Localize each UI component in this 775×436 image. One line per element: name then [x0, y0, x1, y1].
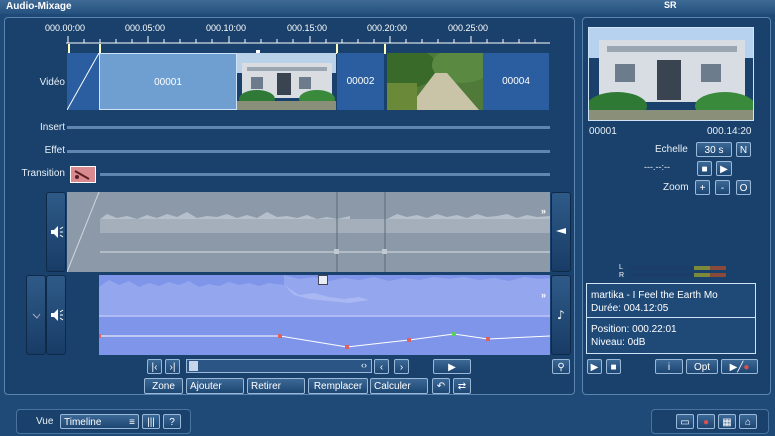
clip-label: 00001	[154, 77, 182, 88]
original-audio-track[interactable]	[66, 191, 550, 273]
insert-track-label: Insert	[39, 122, 65, 133]
menu-handle-icon[interactable]	[318, 275, 328, 285]
scroll-more-icon[interactable]: »	[541, 206, 546, 216]
zoom-reset-button[interactable]: O	[736, 180, 751, 195]
title-bar	[0, 0, 775, 14]
vue-select-value: Timeline	[64, 417, 102, 428]
clip-00001[interactable]: 00001	[99, 53, 237, 110]
go-end-button[interactable]: ›|	[165, 359, 180, 374]
preview-monitor	[588, 27, 754, 121]
info-button[interactable]: i	[655, 359, 683, 374]
preview-time: 000.14:20	[707, 126, 752, 137]
ruler-tick: 000.00:00	[45, 23, 86, 33]
ruler-tick: 000.05:00	[125, 23, 166, 33]
video-track-label: Vidéo	[39, 77, 65, 88]
scroll-more-icon[interactable]: »	[541, 290, 546, 300]
window-title: Audio-Mixage	[6, 1, 72, 12]
redo-button[interactable]: ⇄	[453, 378, 471, 394]
remplacer-button[interactable]: Remplacer	[308, 378, 368, 394]
timeline-ruler[interactable]	[66, 34, 550, 48]
preview-stop-button[interactable]: ■	[606, 359, 621, 374]
ruler-tick: 000.20:00	[367, 23, 408, 33]
playhead-marker[interactable]	[384, 44, 386, 54]
music-note-button[interactable]: ♪	[551, 275, 571, 355]
transition-track-label: Transition	[21, 168, 65, 179]
zoom-out-button[interactable]: -	[715, 180, 730, 195]
original-audio-volume-button[interactable]	[551, 192, 571, 272]
clip-label: 00004	[502, 76, 530, 87]
stop-button[interactable]: ■	[697, 161, 712, 176]
ruler-tick: 000.15:00	[287, 23, 328, 33]
play-button[interactable]: ▶	[433, 359, 471, 374]
vue-label: Vue	[36, 416, 54, 427]
meter-right-label: R	[619, 272, 625, 279]
meter-left-label: L	[619, 264, 623, 271]
columns-button[interactable]: |||	[142, 414, 160, 429]
music-track-side-button[interactable]	[26, 275, 46, 355]
brand-logo: SR	[664, 0, 677, 10]
record-button[interactable]: ▶╱●	[721, 359, 758, 374]
original-audio-speaker-button[interactable]	[46, 192, 66, 272]
scale-select[interactable]: 30 s	[696, 142, 732, 157]
go-start-button[interactable]: |‹	[147, 359, 162, 374]
insert-track[interactable]	[67, 126, 550, 129]
music-audio-track[interactable]	[97, 275, 551, 355]
info-level: Niveau: 0dB	[591, 337, 646, 348]
clip-thumbnail	[237, 53, 336, 110]
clip-thumbnail	[387, 53, 483, 110]
preview-start-label: 00001	[589, 126, 617, 137]
transition-clip[interactable]	[67, 53, 99, 110]
record-indicator-button[interactable]: ●	[697, 414, 715, 429]
help-button[interactable]: ?	[163, 414, 181, 429]
clip-00004[interactable]: 00004	[483, 53, 549, 110]
time-readout: ---.--:--	[644, 162, 670, 172]
svg-text:♪: ♪	[557, 308, 565, 322]
ajouter-button[interactable]: Ajouter	[186, 378, 244, 394]
info-title: martika - I Feel the Earth Mo	[591, 290, 718, 301]
zoom-label: Zoom	[663, 182, 689, 193]
step-back-button[interactable]: ‹	[374, 359, 389, 374]
effet-track[interactable]	[67, 150, 550, 153]
ruler-tick: 000.25:00	[448, 23, 489, 33]
step-forward-button[interactable]: ›	[394, 359, 409, 374]
home-button[interactable]: ⌂	[739, 414, 757, 429]
undo-button[interactable]: ↶	[432, 378, 450, 394]
clip-label: 00002	[346, 76, 375, 87]
info-position: Position: 000.22:01	[591, 324, 677, 335]
clip-info-box: martika - I Feel the Earth Mo Durée: 004…	[586, 283, 756, 354]
device-icon-button[interactable]: ▭	[676, 414, 694, 429]
effet-track-label: Effet	[44, 145, 65, 156]
menu-icon: ≡	[129, 417, 135, 428]
clip-00002[interactable]: 00002	[337, 53, 384, 110]
retirer-button[interactable]: Retirer	[247, 378, 305, 394]
opt-button[interactable]: Opt	[686, 359, 718, 374]
goto-button[interactable]: ▶	[716, 161, 732, 176]
level-meter-right	[630, 273, 726, 277]
tool-button[interactable]: ⚲	[552, 359, 570, 374]
transition-track[interactable]	[100, 173, 550, 176]
ruler-tick: 000.10:00	[206, 23, 247, 33]
scale-label: Echelle	[655, 144, 688, 155]
resize-arrows-icon[interactable]: ‹›	[361, 360, 367, 370]
timeline-scrollbar[interactable]: ‹›	[186, 359, 372, 373]
level-meter-left	[630, 266, 726, 270]
film-button[interactable]: ▦	[718, 414, 736, 429]
music-speaker-button[interactable]	[46, 275, 66, 355]
scrollbar-thumb[interactable]	[189, 361, 198, 371]
info-duration: Durée: 004.12:05	[591, 303, 669, 314]
zoom-in-button[interactable]: +	[695, 180, 710, 195]
vue-select[interactable]: Timeline ≡	[60, 414, 139, 429]
record-icon: ●	[743, 362, 750, 373]
calculer-button[interactable]: Calculer	[370, 378, 428, 394]
preview-play-button[interactable]: ▶	[587, 359, 602, 374]
zone-button[interactable]: Zone	[144, 378, 183, 394]
scale-n-button[interactable]: N	[736, 142, 751, 157]
transition-icon[interactable]	[70, 166, 96, 183]
